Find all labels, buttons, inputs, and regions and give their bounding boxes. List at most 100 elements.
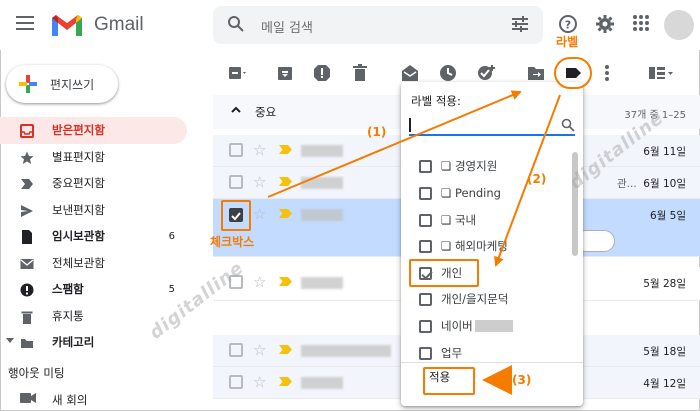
new-meeting-label: 새 회의: [52, 393, 88, 407]
star-toggle-icon[interactable]: ☆: [253, 173, 266, 191]
star-toggle-icon[interactable]: ☆: [253, 273, 266, 291]
compose-label: 편지쓰기: [50, 78, 95, 92]
sidebar-item[interactable]: 스팸함 5: [0, 276, 187, 303]
select-all-checkbox-icon[interactable]: [227, 63, 247, 83]
star-toggle-icon[interactable]: ☆: [253, 205, 266, 223]
mail-date: 6월 10일: [643, 178, 686, 190]
new-meeting-item[interactable]: 새 회의: [0, 388, 187, 410]
popup-divider: [401, 362, 583, 363]
label-checkbox[interactable]: [419, 213, 432, 227]
importance-marker-icon[interactable]: [279, 377, 292, 386]
snooze-clock-icon[interactable]: [438, 63, 458, 83]
delete-icon[interactable]: [350, 63, 370, 83]
mail-snippet: 관...: [617, 178, 637, 190]
row-checkbox[interactable]: [229, 375, 243, 389]
star-toggle-icon[interactable]: ☆: [253, 341, 266, 359]
sidebar-item[interactable]: 전체보관함: [0, 250, 187, 277]
sidebar-item[interactable]: 보낸편지함: [0, 197, 187, 224]
account-avatar[interactable]: [664, 10, 694, 40]
label-option-text: ❏ 해외마케팅: [441, 239, 508, 253]
row-checkbox[interactable]: [229, 175, 243, 189]
help-icon[interactable]: ?: [558, 14, 578, 34]
search-bar[interactable]: 메일 검색: [213, 6, 543, 44]
category-icon: [20, 335, 34, 349]
sender-name-redacted: [301, 345, 391, 357]
importance-marker-icon[interactable]: [279, 145, 292, 154]
main-menu-icon[interactable]: [16, 16, 34, 30]
important-icon: [20, 176, 34, 190]
meet-section-title: 행아웃 미팅: [8, 366, 65, 380]
label-option-text: ❏ 경영지원: [441, 159, 498, 173]
mail-date: 5월 28일: [643, 278, 686, 290]
sender-name-redacted: [301, 277, 343, 289]
label-search-input[interactable]: [409, 118, 575, 136]
label-option[interactable]: ❏ Pending: [419, 182, 501, 204]
label-checkbox[interactable]: [419, 159, 432, 173]
more-options-icon[interactable]: [597, 63, 617, 83]
step-2-caption: (2): [527, 172, 547, 186]
label-option-text: 개인/을지문덕: [441, 292, 509, 306]
label-option[interactable]: 업무: [419, 342, 462, 364]
sidebar-item[interactable]: 임시보관함 6: [0, 223, 187, 250]
sidebar-item-label: 스팸함: [52, 282, 84, 297]
chevron-up-icon[interactable]: [231, 106, 241, 114]
mail-date: 4월 12일: [643, 378, 686, 390]
popup-title: 라벨 적용:: [411, 94, 461, 108]
sender-name-redacted: [301, 177, 343, 189]
sidebar-item-count: 5: [168, 283, 175, 295]
gmail-logo-icon[interactable]: [50, 12, 84, 38]
settings-gear-icon[interactable]: [595, 14, 615, 34]
sender-name-redacted: [301, 209, 343, 221]
sender-name-redacted: [301, 145, 343, 157]
label-option[interactable]: 개인/을지문덕: [419, 288, 508, 310]
importance-marker-icon[interactable]: [279, 345, 292, 354]
label-checkbox[interactable]: [419, 239, 432, 253]
label-option-text: ❏ Pending: [441, 186, 501, 200]
star-toggle-icon[interactable]: ☆: [253, 373, 266, 391]
apps-grid-icon[interactable]: [632, 14, 650, 32]
move-to-icon[interactable]: [526, 63, 546, 83]
label-option[interactable]: ❏ 해외마케팅: [419, 235, 508, 257]
label-checkbox[interactable]: [419, 319, 432, 333]
label-checkbox[interactable]: [419, 292, 432, 306]
search-icon[interactable]: [227, 15, 245, 33]
search-options-icon[interactable]: [511, 16, 529, 32]
add-to-tasks-icon[interactable]: [476, 63, 496, 83]
plus-icon: [19, 75, 37, 93]
label-button-highlight: [554, 57, 592, 89]
label-option[interactable]: ❏ 국내: [419, 209, 476, 231]
compose-button[interactable]: 편지쓰기: [6, 65, 118, 103]
label-option[interactable]: 네이버: [419, 315, 513, 337]
label-option-text: ❏ 국내: [441, 213, 477, 227]
label-option[interactable]: ❏ 경영지원: [419, 155, 497, 177]
step-3-caption: (3): [512, 373, 532, 387]
importance-marker-icon[interactable]: [279, 177, 292, 186]
row-checkbox[interactable]: [229, 143, 243, 157]
sidebar-item-label: 중요편지함: [52, 176, 105, 191]
sidebar-item-label: 별표편지함: [52, 149, 105, 164]
label-checkbox[interactable]: [419, 186, 432, 200]
archive-icon[interactable]: [275, 63, 295, 83]
sidebar-item-label: 받은편지함: [52, 123, 105, 138]
star-toggle-icon[interactable]: ☆: [253, 141, 266, 159]
checkbox-caption: 체크박스: [210, 235, 255, 249]
step-1-caption: (1): [367, 125, 387, 139]
label-checkbox[interactable]: [419, 346, 432, 360]
importance-marker-icon[interactable]: [279, 277, 292, 286]
row-checkbox[interactable]: [229, 343, 243, 357]
sidebar-item-label: 임시보관함: [52, 229, 105, 244]
expand-caret-icon[interactable]: [6, 338, 14, 343]
spam-icon: [20, 282, 34, 297]
sidebar-item[interactable]: 중요편지함: [0, 170, 187, 197]
label-option-text: 네이버: [441, 319, 473, 333]
split-pane-toggle-icon[interactable]: [647, 63, 675, 83]
sidebar-item[interactable]: 별표편지함: [0, 144, 187, 171]
sidebar-item[interactable]: 받은편지함: [0, 117, 187, 144]
sidebar-item-label: 보낸편지함: [52, 202, 105, 217]
sidebar-item-label: 휴지통: [52, 308, 84, 323]
sidebar-item-count: 6: [168, 230, 175, 242]
report-spam-icon[interactable]: [312, 63, 332, 83]
mail-date: 6월 5일: [649, 210, 686, 222]
mark-as-read-icon[interactable]: [400, 63, 420, 83]
importance-marker-icon[interactable]: [279, 209, 292, 218]
